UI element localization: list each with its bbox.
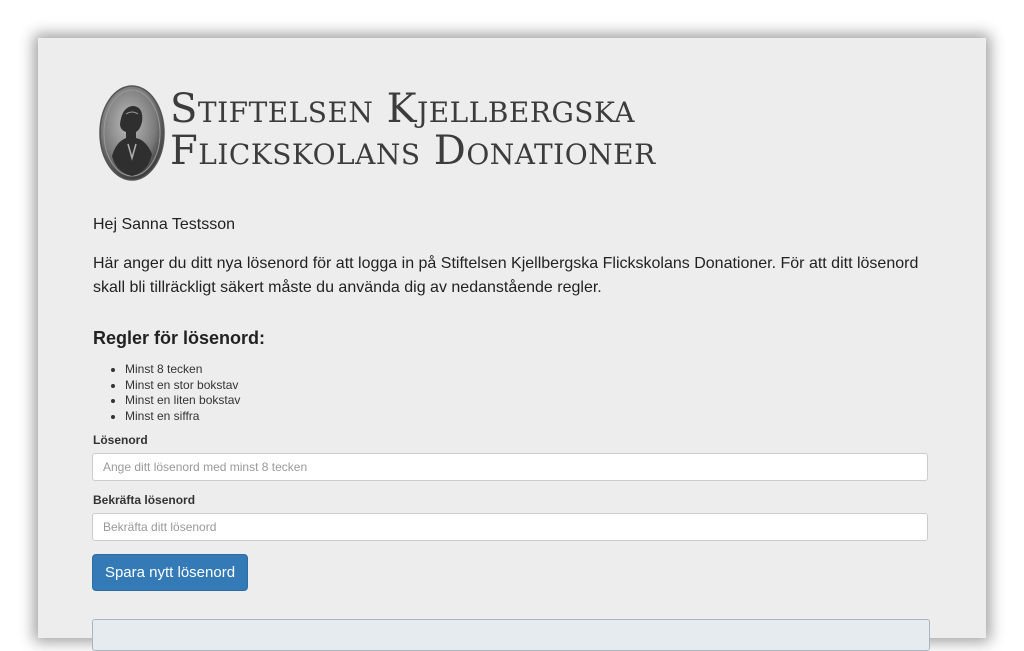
greeting-text: Hej Sanna Testsson (93, 216, 236, 233)
content-panel: Stiftelsen Kjellbergska Flickskolans Don… (38, 38, 986, 651)
logo-line-2: Flickskolans Donationer (170, 128, 656, 174)
rules-heading: Regler för lösenord: (93, 328, 266, 348)
password-input[interactable] (92, 453, 928, 481)
logo-line-1: Stiftelsen Kjellbergska (170, 86, 635, 132)
confirm-password-label: Bekräfta lösenord (93, 493, 196, 507)
rule-item: Minst en stor bokstav (125, 378, 240, 394)
rule-item: Minst en liten bokstav (125, 393, 240, 409)
foundation-logo: Stiftelsen Kjellbergska Flickskolans Don… (98, 82, 718, 184)
message-box (92, 619, 930, 651)
portrait-medallion-icon (99, 85, 165, 181)
rule-item: Minst 8 tecken (125, 362, 240, 378)
foundation-name: Stiftelsen Kjellbergska Flickskolans Don… (170, 88, 656, 172)
confirm-password-input[interactable] (92, 513, 928, 541)
intro-text: Här anger du ditt nya lösenord för att l… (93, 255, 919, 296)
save-password-button[interactable]: Spara nytt lösenord (92, 554, 248, 591)
rule-item: Minst en siffra (125, 409, 240, 425)
password-rules-list: Minst 8 tecken Minst en stor bokstav Min… (93, 362, 240, 424)
password-label: Lösenord (93, 433, 148, 447)
